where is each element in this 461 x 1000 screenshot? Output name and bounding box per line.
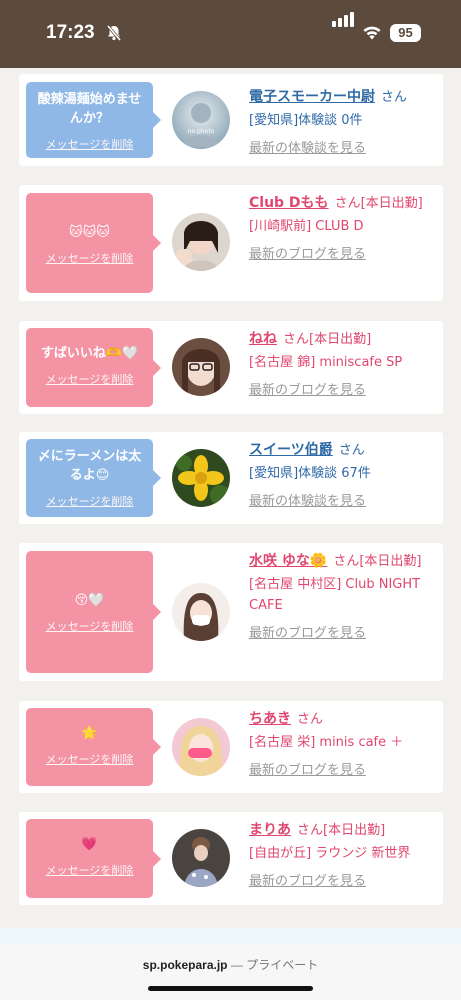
url-separator: —	[230, 958, 243, 972]
honorific: さん	[338, 443, 365, 458]
delete-message-link[interactable]: メッセージを削除	[26, 250, 153, 266]
user-name-link[interactable]: 水咲 ゆな🌼	[249, 553, 327, 569]
message-text: 🐱🐱🐱	[69, 225, 110, 240]
latest-blog-link[interactable]: 最新のブログを見る	[249, 623, 441, 644]
home-indicator[interactable]	[148, 986, 313, 991]
shop-name: [川崎駅前] CLUB D	[249, 219, 364, 234]
message-text: 😚🤍	[74, 593, 105, 608]
avatar[interactable]: no photo	[172, 91, 230, 149]
avatar[interactable]	[172, 718, 230, 776]
message-text: 💗	[81, 837, 98, 852]
avatar[interactable]	[172, 213, 230, 271]
user-info: まりあ さん[本日出勤] [自由が丘] ラウンジ 新世界 最新のブログを見る	[249, 820, 441, 892]
latest-blog-link[interactable]: 最新のブログを見る	[249, 760, 441, 781]
message-card: 😚🤍 メッセージを削除 水咲 ゆな🌼 さん[本日出勤] [名古屋 中村区] Clu…	[19, 543, 443, 681]
delete-message-link[interactable]: メッセージを削除	[26, 862, 153, 878]
message-card: 🌟 メッセージを削除 ちあき さん [名古屋 栄] minis cafe ＋ 最新…	[19, 701, 443, 793]
status-bar: 17:23 95	[0, 0, 461, 68]
latest-review-link[interactable]: 最新の体験談を見る	[249, 491, 441, 512]
delete-message-link[interactable]: メッセージを削除	[26, 751, 153, 767]
review-count: [愛知県]体験談 67件	[249, 466, 371, 481]
status-time: 17:23	[46, 22, 95, 43]
user-info: 電子スモーカー中尉 さん [愛知県]体験談 0件 最新の体験談を見る	[249, 87, 441, 159]
message-card: 🐱🐱🐱 メッセージを削除 Club Dもも さん[本日出勤] [川崎駅前] CLU…	[19, 185, 443, 301]
latest-blog-link[interactable]: 最新のブログを見る	[249, 871, 441, 892]
wifi-icon	[363, 26, 381, 40]
shop-name: [名古屋 中村区] Club NIGHT CAFE	[249, 577, 421, 613]
delete-message-link[interactable]: メッセージを削除	[26, 618, 153, 634]
latest-blog-link[interactable]: 最新のブログを見る	[249, 244, 441, 265]
delete-message-link[interactable]: メッセージを削除	[26, 136, 153, 152]
message-text: すばいいね🫶🤍	[40, 346, 139, 361]
message-card: 酸辣湯麺始めませんか？ メッセージを削除 no photo 電子スモーカー中尉さ…	[19, 74, 443, 166]
shop-name: [名古屋 錦] miniscafe SP	[249, 355, 403, 370]
message-bubble: 〆にラーメンは太るよ😊 メッセージを削除	[26, 439, 161, 517]
user-name-link[interactable]: ねね	[249, 331, 277, 347]
message-bubble: 🐱🐱🐱 メッセージを削除	[26, 193, 161, 293]
message-card: 💗 メッセージを削除 まりあ さん[本日出勤] [自由が丘] ラウンジ 新世界 最…	[19, 812, 443, 905]
bell-muted-icon	[106, 25, 122, 41]
avatar[interactable]	[172, 583, 230, 641]
private-mode-label: プライベート	[246, 958, 319, 972]
user-name-link[interactable]: 電子スモーカー中尉	[249, 89, 375, 105]
message-bubble: すばいいね🫶🤍 メッセージを削除	[26, 328, 161, 407]
delete-message-link[interactable]: メッセージを削除	[26, 371, 153, 387]
user-name-link[interactable]: スイーツ伯爵	[249, 442, 333, 458]
avatar[interactable]	[172, 338, 230, 396]
latest-review-link[interactable]: 最新の体験談を見る	[249, 138, 441, 159]
user-info: 水咲 ゆな🌼 さん[本日出勤] [名古屋 中村区] Club NIGHT CAFE…	[249, 551, 441, 644]
user-info: ねね さん[本日出勤] [名古屋 錦] miniscafe SP 最新のブログを見…	[249, 329, 441, 401]
message-bubble: 💗 メッセージを削除	[26, 819, 161, 898]
user-info: Club Dもも さん[本日出勤] [川崎駅前] CLUB D 最新のブログを見る	[249, 193, 441, 265]
message-card: すばいいね🫶🤍 メッセージを削除 ねね さん[本日出勤] [名古屋 錦] mini…	[19, 321, 443, 414]
honorific: さん[本日出勤]	[334, 196, 423, 211]
review-count: [愛知県]体験談 0件	[249, 113, 363, 128]
battery-indicator: 95	[390, 24, 421, 42]
message-bubble: 酸辣湯麺始めませんか？ メッセージを削除	[26, 82, 161, 158]
shop-name: [自由が丘] ラウンジ 新世界	[249, 846, 411, 861]
url-display[interactable]: sp.pokepara.jp — プライベート	[143, 956, 318, 973]
no-photo-label: no photo	[188, 128, 215, 135]
shop-name: [名古屋 栄] minis cafe ＋	[249, 735, 404, 750]
avatar[interactable]	[172, 829, 230, 887]
delete-message-link[interactable]: メッセージを削除	[26, 493, 153, 509]
message-bubble: 🌟 メッセージを削除	[26, 708, 161, 786]
user-info: スイーツ伯爵 さん [愛知県]体験談 67件 最新の体験談を見る	[249, 440, 441, 512]
page-bottom-band	[0, 928, 461, 944]
message-card: 〆にラーメンは太るよ😊 メッセージを削除 スイーツ伯爵 さん [愛知県]体験談 6…	[19, 432, 443, 524]
honorific: さん	[381, 90, 408, 105]
browser-address-bar[interactable]: sp.pokepara.jp — プライベート	[0, 944, 461, 1000]
message-text: 🌟	[81, 726, 98, 741]
message-text: 酸辣湯麺始めませんか？	[37, 92, 142, 126]
honorific: さん[本日出勤]	[297, 823, 386, 838]
avatar[interactable]	[172, 449, 230, 507]
message-bubble: 😚🤍 メッセージを削除	[26, 551, 161, 673]
message-text: 〆にラーメンは太るよ😊	[37, 449, 142, 483]
latest-blog-link[interactable]: 最新のブログを見る	[249, 380, 441, 401]
honorific: さん[本日出勤]	[333, 554, 422, 569]
user-name-link[interactable]: ちあき	[249, 711, 291, 727]
user-name-link[interactable]: まりあ	[249, 822, 291, 838]
user-name-link[interactable]: Club Dもも	[249, 195, 329, 211]
honorific: さん[本日出勤]	[283, 332, 372, 347]
user-info: ちあき さん [名古屋 栄] minis cafe ＋ 最新のブログを見る	[249, 709, 441, 781]
honorific: さん	[297, 712, 324, 727]
url-host: sp.pokepara.jp	[142, 958, 228, 972]
